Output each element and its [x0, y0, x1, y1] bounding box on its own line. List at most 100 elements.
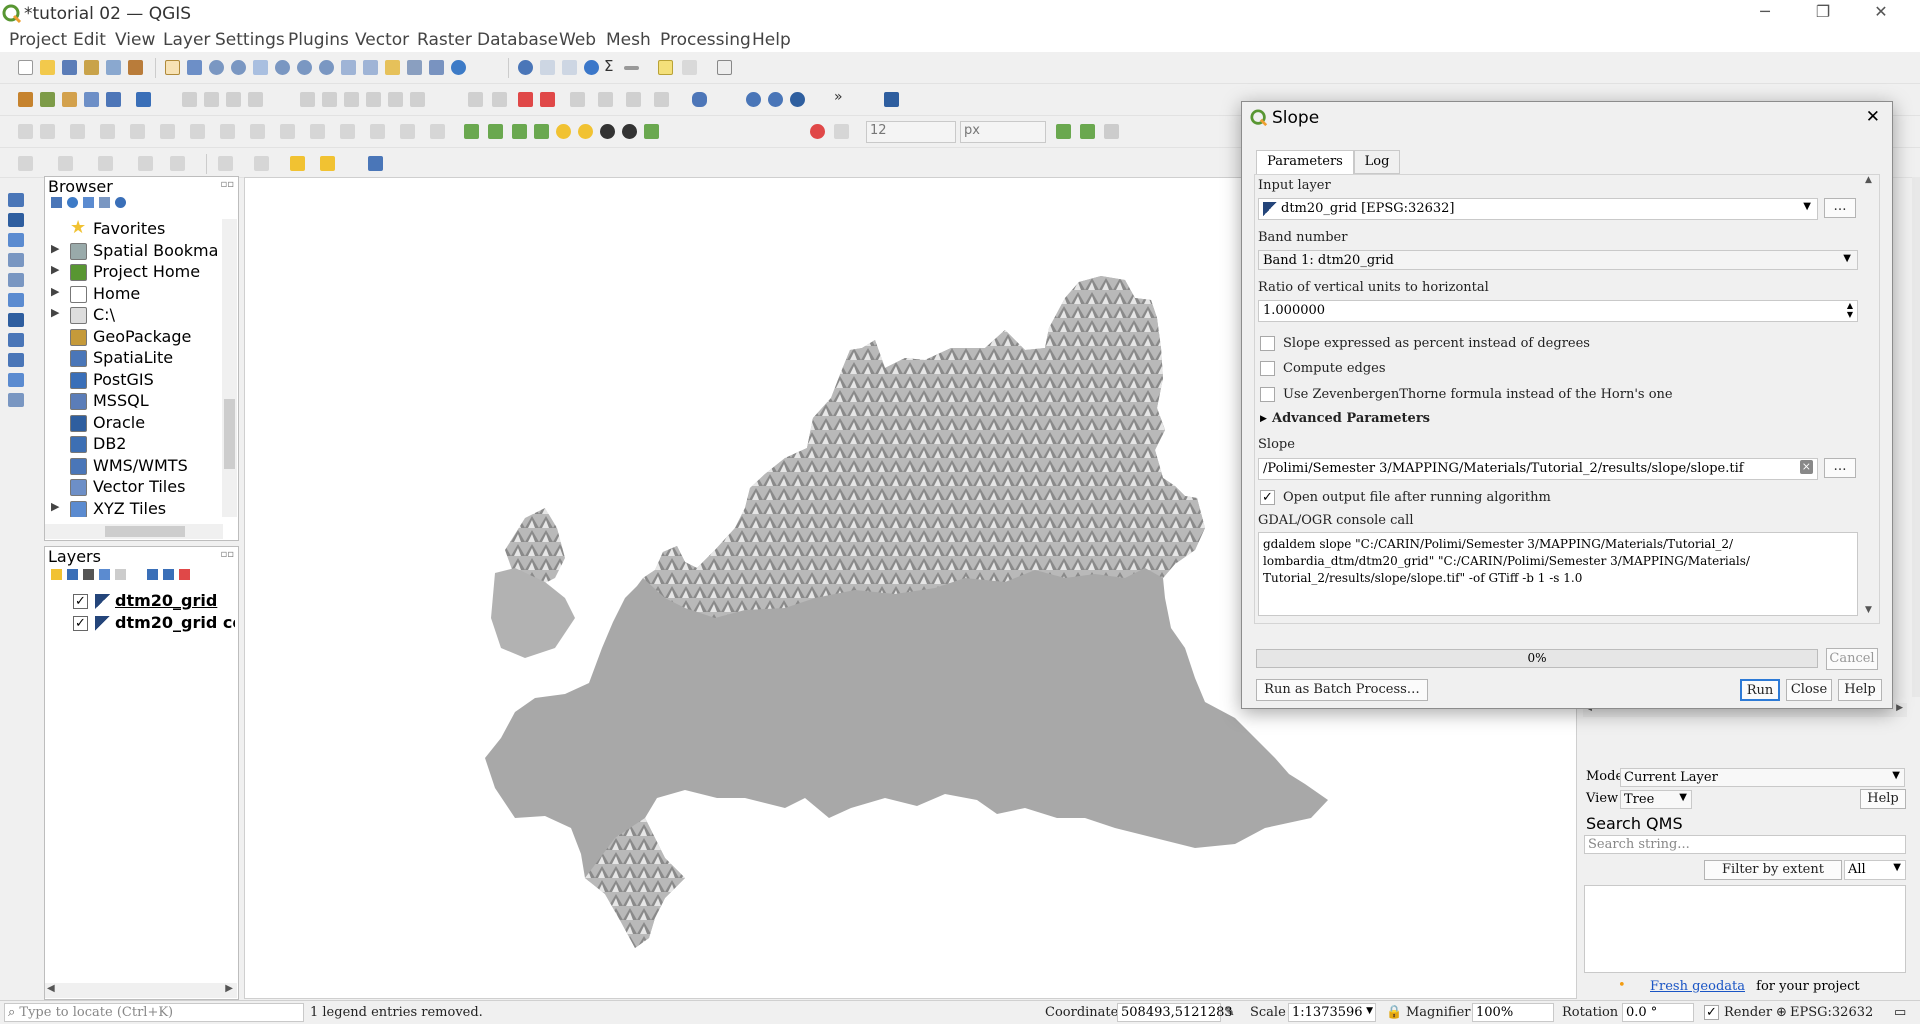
quickmap-icon[interactable]: [790, 92, 805, 107]
delimited-strip-icon[interactable]: [8, 393, 24, 407]
run-button[interactable]: Run: [1740, 679, 1780, 701]
browser-item[interactable]: GeoPackage: [45, 327, 219, 348]
browser-item[interactable]: SpatiaLite: [45, 348, 219, 369]
browser-item[interactable]: ▶ C:\: [45, 305, 219, 326]
advanced-edit-icon[interactable]: [70, 124, 85, 139]
split-features-icon[interactable]: [370, 124, 385, 139]
refresh-icon[interactable]: [451, 60, 466, 75]
collapse-all-icon[interactable]: [99, 197, 110, 208]
qms-results-list[interactable]: [1584, 885, 1906, 973]
coordinate-input[interactable]: 508493,5121283: [1117, 1003, 1233, 1022]
rotate-feature-icon[interactable]: [100, 124, 115, 139]
properties-icon[interactable]: [115, 197, 126, 208]
browser-item[interactable]: ▶ Home: [45, 284, 219, 305]
digitize-icon[interactable]: [248, 92, 263, 107]
open-project-icon[interactable]: [40, 60, 55, 75]
add-ring-icon[interactable]: [160, 124, 175, 139]
input-layer-options-button[interactable]: …: [1824, 198, 1856, 218]
processing-toolbox-icon[interactable]: [584, 60, 599, 75]
open-output-checkbox[interactable]: ✓: [1260, 490, 1275, 505]
filter-settings-icon[interactable]: [1080, 124, 1095, 139]
snap-tolerance-icon[interactable]: [170, 156, 185, 171]
spinner-icon[interactable]: ▲ ▼: [1847, 301, 1853, 319]
expand-all-icon[interactable]: [147, 569, 158, 580]
local-histogram-icon[interactable]: [512, 124, 527, 139]
save-project-icon[interactable]: [62, 60, 77, 75]
magnifier-input[interactable]: 100%: [1472, 1003, 1554, 1022]
menu-settings[interactable]: Settings: [215, 30, 285, 50]
raster-strip-icon[interactable]: [8, 213, 24, 227]
temporal-controller-icon[interactable]: [429, 60, 444, 75]
stretch-histogram-icon[interactable]: [488, 124, 503, 139]
qms-search-input[interactable]: Search string...: [1584, 835, 1906, 854]
label-change-icon[interactable]: [626, 92, 641, 107]
label-highlight-icon[interactable]: [518, 92, 533, 107]
menu-mesh[interactable]: Mesh: [606, 30, 651, 50]
browser-vscroll[interactable]: [222, 219, 237, 517]
digitize-shape-icon[interactable]: [18, 124, 33, 139]
scroll-down-icon[interactable]: ▼: [1865, 605, 1872, 615]
params-vscroll[interactable]: ▲ ▼: [1863, 175, 1877, 615]
zoom-next-icon[interactable]: [363, 60, 378, 75]
panel-float-icon[interactable]: ▫▫: [220, 179, 234, 190]
expand-arrow-icon[interactable]: ▶: [51, 263, 59, 276]
label-icon[interactable]: [468, 92, 483, 107]
browser-hscroll[interactable]: [45, 524, 223, 539]
annotation-icon[interactable]: [682, 60, 697, 75]
manage-visibility-icon[interactable]: [83, 569, 94, 580]
add-part-icon[interactable]: [190, 124, 205, 139]
right-help-button[interactable]: Help: [1860, 789, 1906, 809]
browser-item[interactable]: ▶ Project Home: [45, 262, 219, 283]
statistics-icon[interactable]: Σ: [604, 57, 619, 75]
new-spatialite-icon[interactable]: [84, 92, 99, 107]
text-color-icon[interactable]: [810, 124, 825, 139]
pan-to-selection-icon[interactable]: [187, 60, 202, 75]
filter-expression-icon[interactable]: [115, 569, 126, 580]
select-by-value-icon[interactable]: [254, 156, 269, 171]
zoom-full-icon[interactable]: [275, 60, 290, 75]
edit-pencil-icon[interactable]: [182, 92, 197, 107]
snap-vertex-icon[interactable]: [58, 156, 73, 171]
collapse-layers-icon[interactable]: [163, 569, 174, 580]
browser-item[interactable]: PostGIS: [45, 370, 219, 391]
menu-web[interactable]: Web: [559, 30, 596, 50]
expand-arrow-icon[interactable]: ▶: [51, 306, 59, 319]
simplify-icon[interactable]: [130, 124, 145, 139]
menu-vector[interactable]: Vector: [355, 30, 409, 50]
scroll-right-icon[interactable]: ▶: [1896, 703, 1903, 713]
database-icon[interactable]: [692, 92, 707, 107]
print-layout-icon[interactable]: [106, 60, 121, 75]
browser-item[interactable]: ★ Favorites: [45, 219, 219, 240]
lock-icon[interactable]: 🔒: [1386, 1005, 1402, 1020]
add-line-icon[interactable]: [578, 124, 593, 139]
field-calculator-icon[interactable]: [562, 60, 577, 75]
attribute-table-icon[interactable]: [540, 60, 555, 75]
rotation-input[interactable]: 0.0 °: [1622, 1003, 1694, 1022]
filter-icon[interactable]: [1056, 124, 1071, 139]
browser-item[interactable]: WMS/WMTS: [45, 456, 219, 477]
web-icon[interactable]: [746, 92, 761, 107]
locate-input[interactable]: ⌕ Type to locate (Ctrl+K): [4, 1003, 304, 1022]
zevenbergen-checkbox[interactable]: [1260, 387, 1275, 402]
menu-layer[interactable]: Layer: [163, 30, 210, 50]
merge-features-icon[interactable]: [430, 124, 445, 139]
layer-item[interactable]: ✓ dtm20_grid cop: [45, 613, 235, 634]
snap-segment-icon[interactable]: [98, 156, 113, 171]
expand-arrow-icon[interactable]: ▶: [1260, 414, 1267, 424]
browser-vscroll-thumb[interactable]: [224, 399, 235, 469]
full-histogram-icon[interactable]: [534, 124, 549, 139]
redo-icon[interactable]: [410, 92, 425, 107]
advanced-parameters-toggle[interactable]: Advanced Parameters: [1272, 411, 1430, 426]
split-parts-icon[interactable]: [400, 124, 415, 139]
label-show-icon[interactable]: [540, 92, 555, 107]
mode-select[interactable]: Current Layer ▼: [1620, 768, 1905, 787]
ratio-input[interactable]: 1.000000 ▲ ▼: [1258, 300, 1858, 322]
vertex-tool-icon[interactable]: [40, 124, 55, 139]
zoom-rubberband-icon[interactable]: [253, 60, 268, 75]
close-window-button[interactable]: ✕: [1861, 2, 1901, 26]
clear-filter-icon[interactable]: [1104, 124, 1119, 139]
show-bookmarks-icon[interactable]: [407, 60, 422, 75]
filter-browser-icon[interactable]: [83, 197, 94, 208]
label-move-icon[interactable]: [570, 92, 585, 107]
browser-item[interactable]: Vector Tiles: [45, 477, 219, 498]
